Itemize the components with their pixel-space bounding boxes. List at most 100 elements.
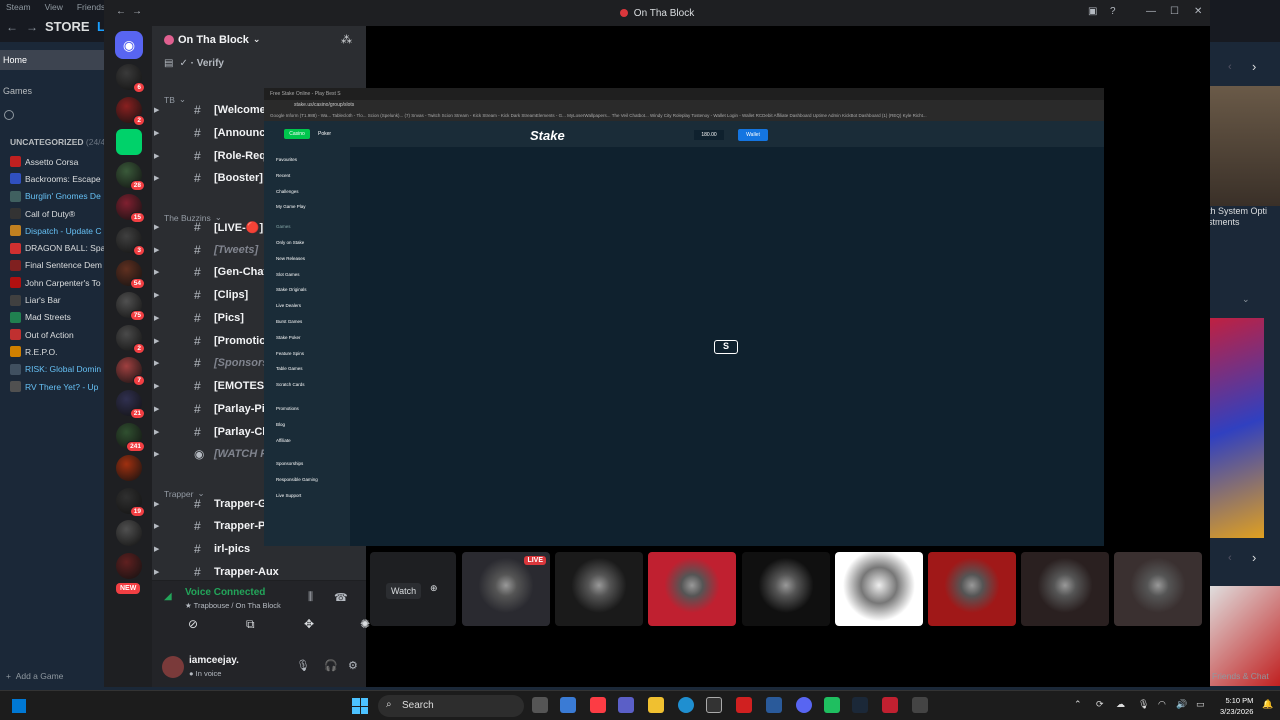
expand-icon[interactable]: ▶ bbox=[154, 314, 159, 322]
volume-icon[interactable]: 🔊 bbox=[1176, 699, 1187, 710]
new-badge[interactable]: NEW bbox=[116, 583, 141, 594]
menu-friends[interactable]: Friends bbox=[77, 2, 105, 12]
teams-icon[interactable] bbox=[618, 697, 634, 713]
prev-arrow-icon[interactable]: ‹ bbox=[1228, 61, 1232, 73]
folder-icon[interactable] bbox=[648, 697, 664, 713]
verify-channel[interactable]: ▤ ✓ · Verify bbox=[164, 58, 224, 69]
casino-tab[interactable]: Casino bbox=[284, 129, 310, 139]
server-icon[interactable] bbox=[116, 553, 142, 579]
expand-icon[interactable]: ▶ bbox=[154, 129, 159, 137]
voice-connected-label[interactable]: Voice Connected bbox=[185, 587, 265, 598]
expand-icon[interactable]: ▶ bbox=[154, 106, 159, 114]
steam-icon[interactable] bbox=[852, 697, 868, 713]
expand-icon[interactable]: ▶ bbox=[154, 174, 159, 182]
game-list-item[interactable]: Mad Streets bbox=[10, 309, 105, 326]
settings-gear-icon[interactable]: ⚙ bbox=[348, 659, 358, 672]
games-header[interactable]: Games bbox=[3, 86, 32, 96]
expand-icon[interactable]: ▶ bbox=[154, 545, 159, 553]
server-icon[interactable]: 54 bbox=[116, 259, 145, 289]
minimize-icon[interactable]: — bbox=[1146, 6, 1156, 17]
stake-sidebar-item[interactable]: My Game Play bbox=[276, 204, 306, 209]
address-bar[interactable]: stake.us/casino/group/slots bbox=[264, 100, 1104, 111]
category-header[interactable]: UNCATEGORIZED (24/4 bbox=[10, 137, 105, 147]
watch-button[interactable]: Watch bbox=[386, 583, 422, 599]
wallet-button[interactable]: Wallet bbox=[738, 129, 768, 141]
game-art-dragonball[interactable] bbox=[1208, 318, 1264, 538]
server-icon[interactable] bbox=[116, 129, 142, 156]
server-icon[interactable]: 28 bbox=[116, 161, 145, 191]
stake-sidebar-item[interactable]: Table Games bbox=[276, 366, 303, 371]
prev-arrow-icon-2[interactable]: ‹ bbox=[1228, 552, 1232, 564]
help-icon[interactable]: ? bbox=[1110, 6, 1116, 17]
participant-tile[interactable] bbox=[834, 552, 923, 626]
stake-sidebar-item[interactable]: Live Dealers bbox=[276, 303, 301, 308]
game-list-item[interactable]: DRAGON BALL: Spa bbox=[10, 239, 105, 256]
activities-icon[interactable]: ✥ bbox=[304, 617, 314, 631]
app-grey-icon[interactable] bbox=[912, 697, 928, 713]
stake-sidebar-item[interactable]: Live Support bbox=[276, 493, 301, 498]
popout-icon[interactable]: ⊕ bbox=[430, 583, 438, 594]
add-game-button[interactable]: + Add a Game bbox=[6, 671, 63, 681]
stake-sidebar-item[interactable]: Only on Stake bbox=[276, 240, 304, 245]
expand-icon[interactable]: ▶ bbox=[154, 500, 159, 508]
expand-icon[interactable]: ▶ bbox=[154, 291, 159, 299]
server-icon[interactable]: 15 bbox=[116, 194, 145, 224]
browser-tab[interactable]: Free Stake Online - Play Best S bbox=[264, 88, 1104, 100]
game-list-item[interactable]: R.E.P.O. bbox=[10, 343, 105, 360]
next-arrow-icon[interactable]: › bbox=[1252, 59, 1256, 74]
headphones-icon[interactable]: 🎧 bbox=[324, 659, 338, 672]
stake-sidebar-item[interactable]: Blog bbox=[276, 422, 285, 427]
expand-icon[interactable]: ▶ bbox=[154, 223, 159, 231]
participant-tile[interactable] bbox=[648, 552, 737, 626]
game-list-item[interactable]: Assetto Corsa bbox=[10, 153, 105, 170]
participant-tile[interactable] bbox=[928, 552, 1016, 626]
start-icon[interactable] bbox=[352, 698, 368, 714]
server-icon[interactable]: 7 bbox=[116, 357, 145, 387]
chevron-up-icon[interactable]: ⌃ bbox=[1074, 699, 1082, 710]
add-friend-icon[interactable]: ⁂ bbox=[341, 33, 352, 46]
stake-sidebar-item[interactable]: Sponsorships bbox=[276, 461, 303, 466]
server-icon[interactable]: 3 bbox=[116, 227, 145, 256]
clock[interactable]: 5:10 PM 3/23/2026 bbox=[1220, 695, 1253, 717]
game-list-item[interactable]: Dispatch - Update C bbox=[10, 222, 105, 239]
expand-icon[interactable]: ▶ bbox=[154, 568, 159, 576]
soundboard-icon[interactable]: ✺ bbox=[360, 617, 370, 631]
menu-view[interactable]: View bbox=[45, 2, 63, 12]
discord-home-icon[interactable]: ◉ bbox=[115, 31, 143, 59]
app-pen-icon[interactable] bbox=[766, 697, 782, 713]
mic-tray-icon[interactable]: 🎙 bbox=[1138, 699, 1149, 710]
avatar[interactable] bbox=[162, 656, 184, 678]
expand-icon[interactable]: ▶ bbox=[154, 337, 159, 345]
expand-icon[interactable]: ▶ bbox=[154, 359, 159, 367]
expand-icon[interactable]: ▶ bbox=[154, 152, 159, 160]
cloud-icon[interactable]: ☁ bbox=[1116, 699, 1125, 710]
app-green-icon[interactable] bbox=[824, 697, 840, 713]
back-arrow-icon[interactable]: ← bbox=[6, 20, 18, 34]
stake-sidebar-item[interactable]: Games bbox=[276, 224, 291, 229]
game-list-item[interactable]: RV There Yet? - Up bbox=[10, 378, 105, 395]
noise-suppression-icon[interactable]: ⫼ bbox=[308, 591, 313, 604]
participant-tile[interactable] bbox=[1114, 552, 1203, 626]
edge-icon[interactable] bbox=[678, 697, 694, 713]
voice-channel-label[interactable]: ★ Trapbouse / On Tha Block bbox=[185, 601, 281, 610]
stake-sidebar-item[interactable]: Stake Originals bbox=[276, 287, 307, 292]
forward-icon[interactable]: → bbox=[132, 6, 142, 17]
featured-image[interactable] bbox=[1208, 86, 1280, 206]
game-list-item[interactable]: Burglin' Gnomes De bbox=[10, 188, 105, 205]
username[interactable]: iamceejay. bbox=[189, 655, 239, 666]
participant-tile[interactable] bbox=[555, 552, 644, 626]
game-list-item[interactable]: RISK: Global Domin bbox=[10, 361, 105, 378]
stake-browser[interactable]: Free Stake Online - Play Best S stake.us… bbox=[264, 88, 1104, 546]
back-icon[interactable]: ← bbox=[116, 6, 126, 17]
server-icon[interactable]: 2 bbox=[116, 324, 145, 354]
server-icon[interactable] bbox=[116, 520, 142, 547]
disconnect-icon[interactable]: ☎ bbox=[334, 591, 348, 604]
menu-steam[interactable]: Steam bbox=[6, 2, 31, 12]
game-list-item[interactable]: Out of Action bbox=[10, 326, 105, 343]
copilot-icon[interactable] bbox=[560, 697, 576, 713]
expand-icon[interactable]: ▶ bbox=[154, 246, 159, 254]
server-icon[interactable]: 21 bbox=[116, 390, 145, 419]
game-list-item[interactable]: Liar's Bar bbox=[10, 291, 105, 308]
signal-icon[interactable]: ◢ bbox=[164, 591, 172, 602]
server-icon[interactable]: 19 bbox=[116, 487, 145, 517]
